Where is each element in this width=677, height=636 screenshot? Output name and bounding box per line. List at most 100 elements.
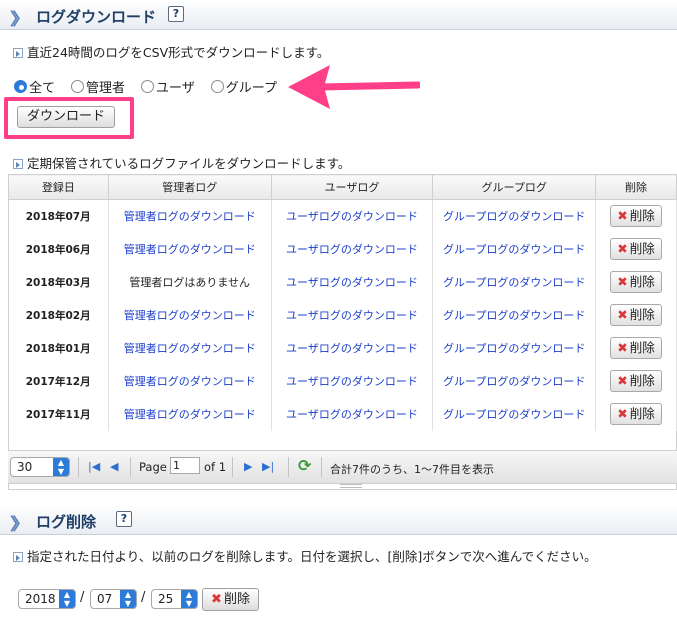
group-log-cell: グループログのダウンロード	[432, 397, 597, 431]
last-page-icon[interactable]: ▶|	[262, 460, 274, 473]
user-log-cell: ユーザログのダウンロード	[271, 397, 434, 431]
delete-x-icon: ✖	[211, 592, 222, 607]
admin-log-cell: 管理者ログのダウンロード	[108, 298, 272, 332]
admin-log-link[interactable]: 管理者ログのダウンロード	[124, 243, 256, 256]
delete-cell: ✖ 削除	[595, 298, 677, 332]
row-delete-button[interactable]: ✖ 削除	[610, 271, 662, 293]
date-cell: 2018年06月	[8, 232, 109, 266]
user-log-link[interactable]: ユーザログのダウンロード	[286, 309, 418, 322]
delete-note: 指定された日付より、以前のログを削除します。日付を選択し、[削除]ボタンで次へ進…	[13, 546, 597, 565]
col-header-user-log[interactable]: ユーザログ	[270, 174, 434, 200]
date-separator: /	[80, 590, 85, 605]
archived-log-note: 定期保管されているログファイルをダウンロードします。	[13, 153, 350, 172]
group-log-cell: グループログのダウンロード	[432, 364, 597, 398]
date-cell: 2018年02月	[8, 298, 109, 332]
select-spinner-icon: ▲ ▼	[120, 590, 136, 608]
date-cell: 2018年07月	[8, 199, 109, 233]
user-log-link[interactable]: ユーザログのダウンロード	[286, 375, 418, 388]
help-icon[interactable]: ?	[168, 6, 184, 22]
bullet-icon	[13, 48, 23, 58]
row-delete-button[interactable]: ✖ 削除	[610, 403, 662, 425]
month-select[interactable]: 07 ▲ ▼	[90, 589, 137, 609]
user-log-cell: ユーザログのダウンロード	[271, 265, 434, 299]
date-cell: 2017年11月	[8, 397, 109, 431]
delete-log-button[interactable]: ✖ 削除	[202, 588, 259, 611]
admin-log-link[interactable]: 管理者ログのダウンロード	[124, 342, 256, 355]
col-header-group-log[interactable]: グループログ	[432, 174, 597, 200]
admin-log-link[interactable]: 管理者ログのダウンロード	[124, 309, 256, 322]
radio-circle[interactable]	[141, 80, 155, 93]
user-log-cell: ユーザログのダウンロード	[271, 232, 434, 266]
group-log-cell: グループログのダウンロード	[432, 265, 597, 299]
delete-x-icon: ✖	[617, 406, 628, 421]
user-log-cell: ユーザログのダウンロード	[271, 364, 434, 398]
delete-cell: ✖ 削除	[595, 232, 677, 266]
first-page-icon[interactable]: |◀	[88, 460, 100, 473]
table-row: 2018年06月 管理者ログのダウンロード ユーザログのダウンロード グループログのダ…	[8, 232, 677, 266]
row-delete-button[interactable]: ✖ 削除	[610, 337, 662, 359]
delete-cell: ✖ 削除	[595, 397, 677, 431]
group-log-cell: グループログのダウンロード	[432, 232, 597, 266]
row-delete-button[interactable]: ✖ 削除	[610, 238, 662, 260]
page-number-input[interactable]: 1	[170, 457, 200, 474]
user-log-link[interactable]: ユーザログのダウンロード	[286, 276, 418, 289]
user-log-link[interactable]: ユーザログのダウンロード	[286, 210, 418, 223]
col-header-delete[interactable]: 削除	[595, 174, 677, 200]
group-log-link[interactable]: グループログのダウンロード	[443, 309, 585, 322]
table-header-row: 登録日 管理者ログ ユーザログ グループログ 削除	[8, 174, 677, 200]
page-count-label: of 1	[204, 460, 227, 474]
group-log-link[interactable]: グループログのダウンロード	[443, 342, 585, 355]
radio-circle[interactable]	[210, 80, 224, 93]
admin-log-link[interactable]: 管理者ログのダウンロード	[124, 408, 256, 421]
group-log-cell: グループログのダウンロード	[432, 298, 597, 332]
group-log-link[interactable]: グループログのダウンロード	[443, 243, 585, 256]
user-log-link[interactable]: ユーザログのダウンロード	[286, 408, 418, 421]
admin-log-link[interactable]: 管理者ログのダウンロード	[124, 375, 256, 388]
user-log-link[interactable]: ユーザログのダウンロード	[286, 243, 418, 256]
row-delete-button[interactable]: ✖ 削除	[610, 370, 662, 392]
group-log-link[interactable]: グループログのダウンロード	[443, 375, 585, 388]
download-section-header: 〉〉 ログダウンロード ?	[0, 0, 677, 30]
select-spinner-icon: ▲ ▼	[181, 590, 197, 608]
pager-summary: 合計7件のうち、1〜7件目を表示	[330, 463, 494, 476]
table-row: 2017年12月 管理者ログのダウンロード ユーザログのダウンロード グループログのダ…	[8, 364, 677, 398]
admin-log-cell: 管理者ログのダウンロード	[108, 397, 272, 431]
delete-cell: ✖ 削除	[595, 364, 677, 398]
row-delete-button[interactable]: ✖ 削除	[610, 304, 662, 326]
group-log-cell: グループログのダウンロード	[432, 199, 597, 233]
prev-page-icon[interactable]: ◀	[110, 460, 118, 473]
day-select[interactable]: 25 ▲ ▼	[151, 589, 198, 609]
grid-resize-handle[interactable]	[340, 484, 362, 488]
group-log-link[interactable]: グループログのダウンロード	[443, 276, 585, 289]
log-type-radio-group: 全て 管理者 ユーザ グループ	[14, 77, 293, 96]
delete-x-icon: ✖	[617, 307, 628, 322]
group-log-link[interactable]: グループログのダウンロード	[443, 408, 585, 421]
refresh-icon[interactable]: ⟳	[298, 456, 311, 475]
group-log-link[interactable]: グループログのダウンロード	[443, 210, 585, 223]
double-chevron-icon: 〉〉	[10, 10, 29, 30]
next-page-icon[interactable]: ▶	[244, 460, 252, 473]
page-size-select[interactable]: 30 ▲ ▼	[10, 457, 70, 477]
select-spinner-icon: ▲ ▼	[53, 458, 69, 476]
log-table: 登録日 管理者ログ ユーザログ グループログ 削除 2018年07月管理者ログの…	[8, 174, 677, 431]
download-button[interactable]: ダウンロード	[17, 106, 115, 128]
radio-all[interactable]: 全て	[14, 77, 55, 96]
admin-log-link[interactable]: 管理者ログのダウンロード	[124, 210, 256, 223]
user-log-link[interactable]: ユーザログのダウンロード	[286, 342, 418, 355]
radio-admin[interactable]: 管理者	[71, 77, 125, 96]
delete-x-icon: ✖	[617, 340, 628, 355]
double-chevron-icon: 〉〉	[10, 515, 29, 535]
table-row: 2018年02月 管理者ログのダウンロード ユーザログのダウンロード グループログのダ…	[8, 298, 677, 332]
row-delete-button[interactable]: ✖ 削除	[610, 205, 662, 228]
table-row: 2017年11月 管理者ログのダウンロード ユーザログのダウンロード グループログのダ…	[8, 397, 677, 431]
radio-user[interactable]: ユーザ	[141, 77, 195, 96]
table-row: 2018年07月 管理者ログのダウンロード ユーザログのダウンロード グループログのダ…	[8, 199, 677, 233]
help-icon[interactable]: ?	[116, 511, 132, 527]
radio-circle[interactable]	[14, 80, 27, 93]
radio-circle[interactable]	[71, 80, 85, 93]
col-header-date[interactable]: 登録日	[8, 174, 109, 200]
delete-x-icon: ✖	[617, 274, 628, 289]
col-header-admin-log[interactable]: 管理者ログ	[107, 174, 272, 200]
year-select[interactable]: 2018 ▲ ▼	[18, 589, 76, 609]
radio-group[interactable]: グループ	[210, 77, 277, 96]
